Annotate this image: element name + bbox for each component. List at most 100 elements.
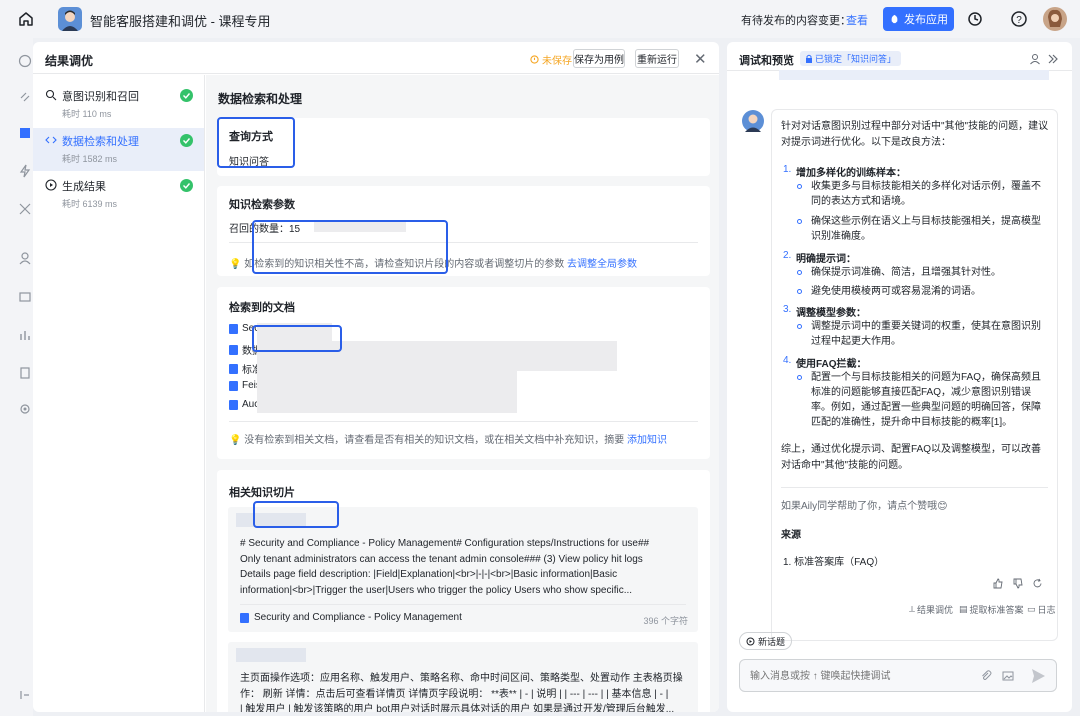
chunk-source[interactable]: Security and Compliance - Policy Managem… bbox=[240, 612, 462, 623]
user-avatar[interactable] bbox=[1043, 7, 1067, 31]
list-sub: 调整提示词中的重要关键词的权重，使其在意图识别过程中起更大作用。 bbox=[811, 321, 1041, 347]
lock-icon bbox=[806, 54, 812, 63]
help-icon[interactable]: ? bbox=[1010, 10, 1028, 28]
step-name: 数据检索和处理 bbox=[62, 136, 139, 148]
lightning-icon[interactable] bbox=[18, 164, 32, 178]
divider bbox=[240, 604, 686, 605]
view-changes-link[interactable]: 查看 bbox=[846, 12, 868, 28]
chunk-line: Only tenant administrators can access th… bbox=[240, 553, 643, 565]
pending-changes-text: 有待发布的内容变更： bbox=[741, 15, 851, 27]
svg-text:?: ? bbox=[1016, 15, 1022, 26]
doc-icon bbox=[229, 399, 238, 410]
collapse-icon[interactable] bbox=[18, 688, 32, 702]
debug-preview-panel: 调试和预览 已锁定「知识问答」 针对对话意图识别过程中部分对话中"其他"技能的问… bbox=[727, 42, 1072, 712]
panel-header: 结果调优 未保存 保存为用例 重新运行 ✕ bbox=[33, 42, 719, 74]
list-heading: 明确提示词： bbox=[796, 254, 856, 265]
new-topic-icon bbox=[746, 637, 755, 645]
chunk-line: 主页面操作选项：应用名称、触发用户、策略名称、命中时间区间、策略类型、处置动作 … bbox=[240, 673, 683, 684]
message-intro: 针对对话意图识别过程中部分对话中"其他"技能的问题，建议对提示词进行优化。以下是… bbox=[781, 121, 1049, 148]
document-icon[interactable] bbox=[18, 366, 32, 380]
warning-icon bbox=[530, 55, 539, 64]
bot-avatar bbox=[742, 110, 764, 132]
list-number: 4. bbox=[783, 355, 792, 366]
chunk-text: 主页面操作选项：应用名称、触发用户、策略名称、命中时间区间、策略类型、处置动作 … bbox=[240, 671, 688, 712]
doc-icon bbox=[229, 380, 238, 391]
code-icon bbox=[45, 136, 57, 144]
rerun-button[interactable]: 重新运行 bbox=[635, 49, 679, 68]
screen-icon[interactable] bbox=[18, 290, 32, 304]
doc-icon bbox=[229, 363, 238, 374]
check-icon bbox=[180, 134, 193, 147]
rocket-icon bbox=[891, 14, 898, 23]
top-bar: 智能客服搭建和调优 - 课程专用 有待发布的内容变更： 查看 发布应用 ? bbox=[0, 0, 1080, 38]
list-heading: 调整模型参数： bbox=[796, 308, 866, 319]
close-icon[interactable]: ✕ bbox=[694, 50, 707, 68]
helpful-prompt: 如果Aily同学帮助了你，请点个赞哦😊 bbox=[781, 501, 948, 512]
new-topic-button[interactable]: 新话题 bbox=[739, 632, 793, 650]
step-time: 耗时 110 ms bbox=[62, 109, 112, 119]
list-number: 2. bbox=[783, 250, 792, 261]
bulb-icon: 💡 bbox=[229, 435, 245, 446]
bar-chart-icon[interactable] bbox=[18, 328, 32, 342]
left-rail bbox=[0, 38, 33, 716]
link-icon[interactable] bbox=[18, 90, 32, 104]
chunk-line: | 触发用户 | 触发该策略的用户 bot用户对话时展示具体对话的用户 如果是通… bbox=[240, 704, 675, 712]
list-sub: 确保这些示例在语义上与目标技能强相关，提高模型识别准确度。 bbox=[811, 216, 1041, 242]
message-input-box[interactable] bbox=[739, 659, 1057, 692]
chunk-line: # Security and Compliance - Policy Manag… bbox=[240, 538, 650, 549]
content-title: 数据检索和处理 bbox=[218, 92, 303, 106]
attachment-icon[interactable] bbox=[980, 670, 992, 682]
user-settings-icon[interactable] bbox=[1029, 53, 1041, 65]
bullet bbox=[797, 289, 802, 294]
send-icon[interactable] bbox=[1028, 667, 1048, 685]
home-icon[interactable] bbox=[17, 10, 35, 28]
step-name: 生成结果 bbox=[62, 181, 106, 193]
users-icon[interactable] bbox=[18, 251, 32, 265]
doc-item[interactable]: Auc bbox=[229, 399, 259, 410]
add-knowledge-link[interactable]: 添加知识 bbox=[627, 435, 667, 446]
source-label: 来源 bbox=[781, 530, 801, 541]
chat-icon[interactable] bbox=[18, 54, 32, 68]
knowledge-chunk[interactable]: 主页面操作选项：应用名称、触发用户、策略名称、命中时间区间、策略类型、处置动作 … bbox=[228, 642, 698, 712]
image-icon[interactable] bbox=[1002, 670, 1014, 682]
chunk-line: Details page field description: |Field|E… bbox=[240, 569, 618, 580]
play-circle-icon bbox=[45, 179, 57, 191]
panel-title: 结果调优 bbox=[45, 54, 94, 68]
history-icon[interactable] bbox=[966, 10, 984, 28]
message-input[interactable] bbox=[750, 668, 970, 684]
new-topic-label: 新话题 bbox=[758, 636, 786, 647]
locked-skill-badge[interactable]: 已锁定「知识问答」 bbox=[800, 51, 902, 66]
thumbs-up-icon[interactable] bbox=[992, 578, 1003, 589]
adjust-params-link[interactable]: 去调整全局参数 bbox=[567, 259, 637, 270]
save-as-case-button[interactable]: 保存为用例 bbox=[573, 49, 625, 68]
thumbs-down-icon[interactable] bbox=[1012, 578, 1023, 589]
docs-label: 检索到的文档 bbox=[229, 302, 295, 314]
step-time: 耗时 1582 ms bbox=[62, 154, 118, 164]
step-name: 意图识别和召回 bbox=[62, 91, 139, 103]
expand-icon[interactable] bbox=[1047, 53, 1059, 65]
settings-icon[interactable] bbox=[18, 402, 32, 416]
check-icon bbox=[180, 179, 193, 192]
bullet bbox=[797, 270, 802, 275]
log-link[interactable]: ▭ 日志 bbox=[1027, 603, 1056, 616]
doc-icon bbox=[229, 344, 238, 355]
doc-icon bbox=[229, 323, 238, 334]
list-heading: 使用FAQ拦截： bbox=[796, 359, 867, 370]
divider bbox=[781, 487, 1048, 488]
list-number: 3. bbox=[783, 304, 792, 315]
doc-icon bbox=[240, 612, 249, 623]
refresh-icon[interactable] bbox=[1032, 578, 1043, 589]
book-icon[interactable] bbox=[18, 126, 32, 140]
highlight-box bbox=[217, 117, 295, 168]
result-tuning-link[interactable]: ⟂ 结果调优 bbox=[909, 603, 953, 616]
source-item[interactable]: 1. 标准答案库（FAQ） bbox=[783, 555, 1051, 571]
publish-label: 发布应用 bbox=[904, 14, 948, 26]
extract-answer-link[interactable]: ▤ 提取标准答案 bbox=[959, 603, 1024, 616]
list-number: 1. bbox=[783, 164, 792, 175]
publish-app-button[interactable]: 发布应用 bbox=[883, 7, 954, 31]
tools-icon[interactable] bbox=[18, 202, 32, 216]
list-heading: 增加多样化的训练样本： bbox=[796, 168, 906, 179]
previous-message-fragment bbox=[779, 70, 1049, 80]
list-sub: 收集更多与目标技能相关的多样化对话示例，覆盖不同的表达方式和语境。 bbox=[811, 181, 1041, 207]
list-sub: 配置一个与目标技能相关的问题为FAQ，确保高频且标准的问题能够直接匹配FAQ，减… bbox=[811, 372, 1042, 428]
